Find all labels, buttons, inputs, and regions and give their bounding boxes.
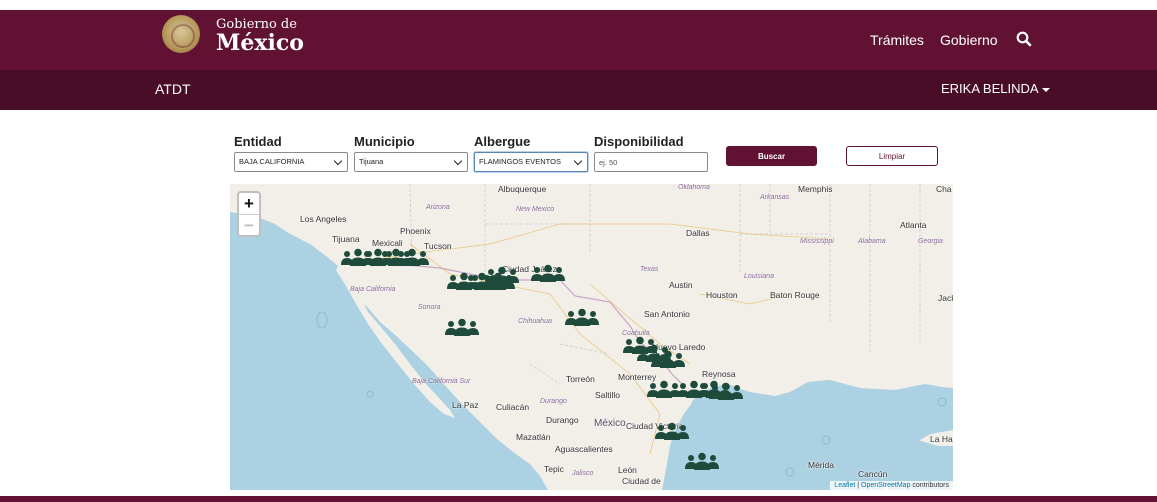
map-city-label: Torreón	[566, 374, 595, 384]
map-city-label: Durango	[546, 415, 579, 425]
map-attribution: Leaflet | OpenStreetMap contributors	[830, 481, 953, 490]
map-city-label: Jack	[938, 293, 953, 303]
map-city-label: Dallas	[686, 228, 710, 238]
map-city-label: Mérida	[808, 460, 834, 470]
top-header: Gobierno de México Trámites Gobierno	[0, 10, 1157, 70]
user-name: ERIKA BELINDA	[941, 81, 1039, 96]
map-region-label: Jalisco	[572, 470, 594, 477]
map-region-label: Durango	[540, 398, 567, 405]
sub-header: ATDT ERIKA BELINDA	[0, 70, 1157, 110]
shelter-map[interactable]: + − Los Angeles Tijuana Mexicali Phoenix Tuc…	[230, 184, 953, 490]
caret-down-icon	[1041, 87, 1050, 92]
zoom-control: + −	[237, 191, 261, 237]
municipio-select[interactable]: Tijuana	[354, 152, 468, 172]
municipio-value: Tijuana	[359, 157, 384, 166]
map-city-label: Aguascalientes	[555, 444, 613, 454]
people-group-icon[interactable]	[654, 422, 690, 440]
leaflet-link[interactable]: Leaflet	[834, 482, 855, 489]
buscar-button[interactable]: Buscar	[726, 146, 817, 166]
people-group-icon[interactable]	[650, 350, 686, 368]
people-group-icon[interactable]	[564, 308, 600, 326]
chevron-down-icon	[333, 156, 343, 166]
people-group-icon[interactable]	[484, 266, 520, 284]
map-city-label: Saltillo	[595, 390, 621, 400]
map-city-label: Cancún	[858, 469, 888, 479]
people-group-icon[interactable]	[444, 318, 480, 336]
map-city-label: Baton Rouge	[770, 290, 820, 300]
chevron-down-icon	[573, 156, 583, 166]
entidad-value: BAJA CALIFORNIA	[239, 157, 305, 166]
search-icon[interactable]	[1015, 30, 1033, 48]
app-title: ATDT	[155, 81, 191, 97]
map-region-label: México	[594, 418, 626, 429]
logo-text-large[interactable]: México	[216, 30, 304, 56]
map-city-label: Tijuana	[332, 234, 360, 244]
map-city-label: León	[618, 465, 637, 475]
chevron-down-icon	[453, 156, 463, 166]
map-region-label: Georgia	[918, 238, 943, 245]
zoom-out-button[interactable]: −	[239, 214, 259, 236]
island	[316, 311, 328, 329]
nav-tramites-link[interactable]: Trámites	[870, 32, 924, 48]
map-region-label: Baja California	[350, 286, 396, 293]
map-city-label: Mexicali	[372, 238, 403, 248]
map-region-label: Sonora	[418, 304, 441, 311]
people-group-icon[interactable]	[530, 264, 566, 282]
entidad-label: Entidad	[234, 134, 282, 149]
map-region-label: Arkansas	[760, 194, 790, 201]
albergue-select[interactable]: FLAMINGOS EVENTOS	[474, 152, 588, 172]
zoom-in-button[interactable]: +	[239, 193, 259, 214]
map-region-label: Oklahoma	[678, 184, 710, 191]
disponibilidad-input[interactable]	[594, 152, 708, 172]
map-city-label: Cha	[936, 184, 952, 194]
openstreetmap-link[interactable]: OpenStreetMap	[861, 482, 910, 489]
map-city-label: Phoenix	[400, 226, 431, 236]
map-city-label: Tepic	[544, 464, 564, 474]
map-city-label: Austin	[669, 280, 693, 290]
people-group-icon[interactable]	[684, 452, 720, 470]
map-region-label: Chihuahua	[518, 318, 552, 325]
map-city-label: Ciudad de	[622, 476, 661, 486]
map-region-label: Baja California Sur	[412, 378, 471, 385]
map-city-label: Los Angeles	[300, 214, 347, 224]
nav-gobierno-link[interactable]: Gobierno	[940, 32, 998, 48]
island	[366, 390, 374, 398]
people-group-icon[interactable]	[708, 382, 744, 400]
map-region-label: Alabama	[858, 238, 886, 245]
map-city-label: Houston	[706, 290, 738, 300]
map-city-label: Mazatlán	[516, 432, 551, 442]
map-region-label: Texas	[640, 266, 659, 273]
map-region-label: Arizona	[426, 204, 450, 211]
map-region-label: New Mexico	[516, 206, 555, 213]
map-city-label: La Paz	[452, 400, 479, 410]
user-menu-dropdown[interactable]: ERIKA BELINDA	[941, 81, 1050, 96]
people-group-icon[interactable]	[394, 248, 430, 266]
map-city-label: Albuquerque	[498, 184, 547, 194]
map-city-label: La Habana	[930, 434, 953, 444]
disponibilidad-label: Disponibilidad	[594, 134, 684, 149]
bottom-bar	[0, 496, 1157, 502]
map-region-label: Mississippi	[800, 238, 834, 245]
albergue-value: FLAMINGOS EVENTOS	[479, 157, 561, 166]
limpiar-button[interactable]: Limpiar	[846, 146, 938, 166]
municipio-label: Municipio	[354, 134, 415, 149]
albergue-label: Albergue	[474, 134, 531, 149]
map-city-label: Atlanta	[900, 220, 927, 230]
entidad-select[interactable]: BAJA CALIFORNIA	[234, 152, 348, 172]
map-city-label: Memphis	[798, 184, 833, 194]
map-region-label: Louisiana	[744, 273, 774, 280]
map-city-label: San Antonio	[644, 309, 690, 319]
map-city-label: Reynosa	[702, 369, 736, 379]
attribution-suffix: contributors	[910, 482, 949, 489]
national-seal-logo[interactable]	[162, 15, 200, 53]
map-city-label: Culiacán	[496, 402, 530, 412]
